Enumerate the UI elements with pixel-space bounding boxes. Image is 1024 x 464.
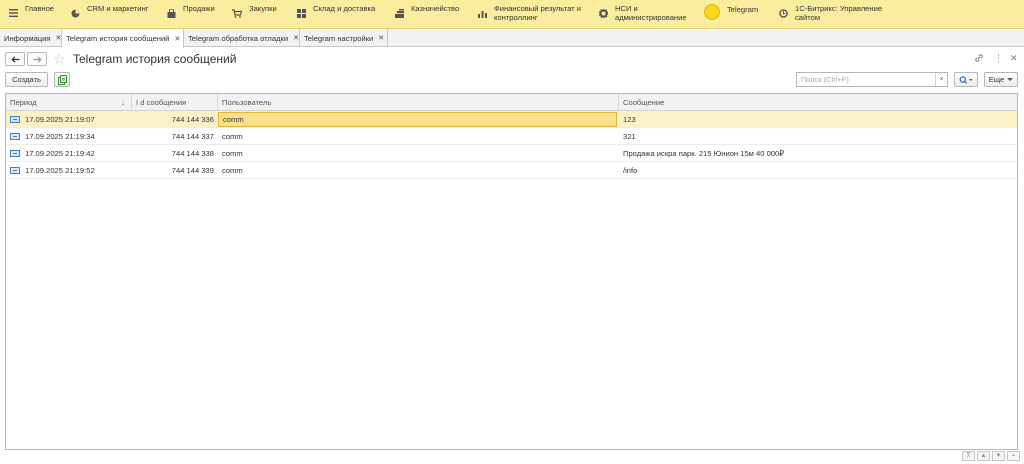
cell-period: 17.09.2025 21:19:07 — [6, 111, 132, 127]
table-row[interactable]: 17.09.2025 21:19:42 744 144 338 comm Про… — [6, 145, 1017, 162]
record-icon — [10, 166, 20, 174]
cell-message-id: 744 144 339 — [171, 165, 214, 175]
table-row[interactable]: 17.09.2025 21:19:52 744 144 339 comm /in… — [6, 162, 1017, 179]
cell-message: 123 — [623, 114, 636, 124]
close-icon[interactable]: ✕ — [56, 34, 62, 42]
scroll-down-button[interactable]: ▼ — [992, 451, 1005, 461]
section-treasury[interactable]: Казначейство — [394, 0, 466, 29]
record-icon — [10, 115, 20, 123]
tab-telegram-history[interactable]: Telegram история сообщений ✕ — [62, 29, 184, 48]
scroll-to-top-button[interactable]: ⩞ — [962, 451, 975, 461]
copy-button[interactable] — [54, 72, 70, 87]
favorite-star-icon[interactable]: ☆ — [53, 51, 66, 67]
sections-panel: Главное CRM и маркетинг Продажи Закупки … — [0, 0, 1024, 29]
cell-user[interactable]: comm — [218, 112, 617, 127]
clear-search-button[interactable]: × — [935, 73, 947, 86]
cell-period: 17.09.2025 21:19:52 — [6, 162, 132, 178]
create-button[interactable]: Создать — [5, 72, 48, 87]
cell-message-id: 744 144 336 — [171, 114, 214, 124]
cell-period: 17.09.2025 21:19:42 — [6, 145, 132, 161]
section-telegram[interactable]: Telegram — [704, 0, 770, 29]
money-icon — [394, 8, 404, 18]
close-icon[interactable]: ✕ — [174, 35, 180, 43]
gear-icon — [598, 8, 608, 18]
close-icon[interactable]: ✕ — [293, 34, 299, 42]
section-financial-result[interactable]: Финансовый результат и контроллинг — [477, 0, 589, 29]
warehouse-icon — [296, 8, 306, 18]
section-sales[interactable]: Продажи — [166, 0, 228, 29]
column-header-user[interactable]: Пользователь — [218, 94, 619, 111]
cell-message: 321 — [623, 131, 636, 141]
close-icon[interactable]: ✕ — [378, 34, 384, 42]
tab-label: Информация — [4, 33, 51, 43]
open-windows-bar: Информация ✕ Telegram история сообщений … — [0, 29, 1024, 48]
tab-label: Telegram настройки — [304, 33, 374, 43]
bag-icon — [166, 8, 176, 18]
arrow-right-icon — [33, 55, 42, 63]
cell-message-id: 744 144 337 — [171, 131, 214, 141]
column-header-message[interactable]: Сообщение — [619, 94, 1017, 111]
scroll-to-bottom-button[interactable]: ⩡ — [1007, 451, 1020, 461]
cell-user: comm — [222, 148, 243, 158]
table-row[interactable]: 17.09.2025 21:19:07 744 144 336 comm 123 — [6, 111, 1017, 128]
section-bitrix[interactable]: 1С-Битрикс: Управление сайтом — [778, 0, 890, 29]
scroll-up-button[interactable]: ▲ — [977, 451, 990, 461]
more-actions-label: Еще — [988, 75, 1005, 84]
page-title: Telegram история сообщений — [73, 52, 237, 66]
search-input[interactable]: Поиск (Ctrl+F) × — [796, 72, 948, 87]
coin-icon — [704, 4, 720, 20]
section-warehouse[interactable]: Склад и доставка — [296, 0, 388, 29]
tab-telegram-settings[interactable]: Telegram настройки ✕ — [300, 29, 388, 47]
cell-user: comm — [222, 131, 243, 141]
more-actions-button[interactable]: Еще — [984, 72, 1018, 87]
tab-telegram-debug[interactable]: Telegram обработка отладки ✕ — [184, 29, 300, 47]
tab-label: Telegram обработка отладки — [188, 33, 289, 43]
pie-chart-icon — [70, 8, 80, 18]
column-header-message-id[interactable]: I d сообщения — [132, 94, 218, 111]
search-icon — [959, 75, 973, 84]
section-nsi-admin[interactable]: НСИ и администрирование — [598, 0, 694, 29]
close-icon[interactable]: ✕ — [1010, 53, 1018, 64]
tab-label: Telegram история сообщений — [66, 34, 170, 43]
menu-icon — [8, 8, 18, 18]
copy-document-icon — [57, 74, 67, 85]
sort-arrow-icon: ↓ — [121, 98, 125, 107]
cell-message: Продажа искра парк. 215 Юнион 15м 40 000… — [623, 148, 785, 158]
table-header: Период ↓ I d сообщения Пользователь Сооб… — [6, 94, 1017, 111]
cell-message-id: 744 144 338 — [171, 148, 214, 158]
record-icon — [10, 132, 20, 140]
search-placeholder: Поиск (Ctrl+F) — [801, 75, 849, 84]
more-vertical-icon[interactable]: ⋮ — [994, 53, 1003, 64]
section-purchases[interactable]: Закупки — [232, 0, 290, 29]
back-button[interactable] — [5, 52, 25, 66]
arrow-left-icon — [10, 55, 19, 63]
forward-button[interactable] — [27, 52, 47, 66]
section-crm[interactable]: CRM и маркетинг — [70, 0, 162, 29]
bitrix-icon — [778, 8, 788, 18]
cell-user: comm — [222, 165, 243, 175]
column-header-period[interactable]: Период ↓ — [6, 94, 132, 111]
bar-chart-icon — [477, 8, 487, 18]
chevron-down-icon — [1007, 77, 1014, 81]
link-icon[interactable] — [974, 53, 984, 65]
section-main[interactable]: Главное — [8, 0, 68, 29]
record-icon — [10, 149, 20, 157]
search-options-button[interactable] — [954, 72, 978, 87]
cell-period: 17.09.2025 21:19:34 — [6, 128, 132, 144]
table-row[interactable]: 17.09.2025 21:19:34 744 144 337 comm 321 — [6, 128, 1017, 145]
cart-icon — [232, 8, 242, 18]
cell-message: /info — [623, 165, 638, 175]
tab-information[interactable]: Информация ✕ — [0, 29, 62, 47]
messages-table[interactable]: Период ↓ I d сообщения Пользователь Сооб… — [5, 93, 1018, 450]
